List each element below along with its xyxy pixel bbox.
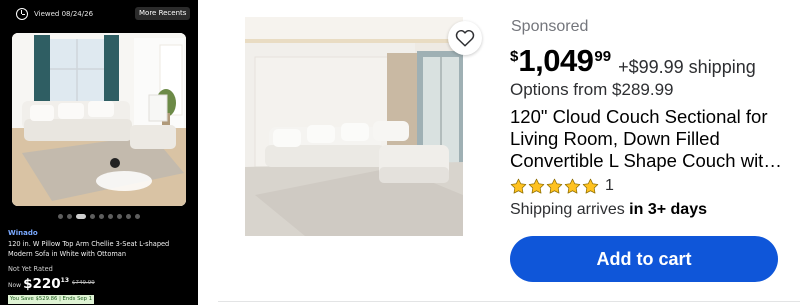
recently-viewed-card: Viewed 08/24/26 More Recents Winado 120 … bbox=[0, 0, 198, 305]
product-title[interactable]: 120" Cloud Couch Sectional for Living Ro… bbox=[510, 106, 790, 172]
product-rating[interactable]: 1 bbox=[510, 176, 614, 196]
star-icon bbox=[582, 178, 599, 194]
carousel-dot[interactable] bbox=[117, 213, 122, 219]
sectional-sofa-photo-icon bbox=[245, 17, 463, 236]
shipping-prefix: Shipping arrives bbox=[510, 201, 630, 218]
was-price: $749.99 bbox=[72, 280, 95, 286]
current-price-cents: 13 bbox=[60, 277, 70, 284]
carousel-dot[interactable] bbox=[135, 213, 140, 219]
sponsored-label: Sponsored bbox=[511, 18, 589, 35]
recent-product-title[interactable]: 120 in. W Pillow Top Arm Chellie 3-Seat … bbox=[8, 240, 192, 259]
star-rating bbox=[510, 178, 599, 195]
carousel-dot[interactable] bbox=[90, 213, 95, 219]
carousel-dot[interactable] bbox=[126, 213, 131, 219]
carousel-dot[interactable] bbox=[58, 213, 63, 219]
add-to-cart-button[interactable]: Add to cart bbox=[510, 236, 778, 282]
review-count[interactable]: 1 bbox=[605, 177, 614, 195]
product-price: $ 1,049 99 +$99.99 shipping bbox=[510, 42, 756, 82]
price-cents: 99 bbox=[594, 48, 612, 65]
options-price[interactable]: Options from $289.99 bbox=[510, 80, 673, 100]
price-currency: $ bbox=[510, 48, 519, 65]
recent-product-image[interactable] bbox=[12, 33, 186, 206]
more-recents-button[interactable]: More Recents bbox=[135, 7, 191, 20]
star-icon bbox=[528, 178, 545, 194]
recent-product-rating: Not Yet Rated bbox=[8, 265, 53, 273]
product-image[interactable] bbox=[245, 17, 463, 236]
carousel-dot-active[interactable] bbox=[76, 213, 86, 219]
current-price: $220 bbox=[23, 276, 61, 292]
price-dollars: 1,049 bbox=[518, 43, 594, 78]
savings-badge: You Save $529.86 | Ends Sep 1 bbox=[8, 295, 95, 304]
heart-icon bbox=[455, 29, 475, 47]
viewed-date: Viewed 08/24/26 bbox=[34, 10, 94, 18]
recently-viewed-header: Viewed 08/24/26 More Recents bbox=[0, 0, 198, 28]
carousel-dots[interactable] bbox=[58, 213, 140, 219]
shipping-fee: +$99.99 shipping bbox=[618, 57, 756, 77]
star-icon bbox=[564, 178, 581, 194]
recent-product-brand[interactable]: Winado bbox=[8, 229, 38, 237]
clock-icon bbox=[16, 8, 28, 20]
carousel-dot[interactable] bbox=[108, 213, 113, 219]
star-icon bbox=[510, 178, 527, 194]
favorite-button[interactable] bbox=[448, 21, 482, 55]
carousel-dot[interactable] bbox=[99, 213, 104, 219]
carousel-dot[interactable] bbox=[67, 213, 72, 219]
star-icon bbox=[546, 178, 563, 194]
price-prefix: Now bbox=[8, 282, 22, 289]
shipping-info: Shipping arrives in 3+ days bbox=[510, 201, 707, 219]
shipping-time: in 3+ days bbox=[629, 201, 707, 218]
recent-product-price: Now $220 13 $749.99 bbox=[8, 276, 95, 292]
sofa-photo-icon bbox=[12, 33, 186, 206]
divider bbox=[218, 301, 800, 302]
